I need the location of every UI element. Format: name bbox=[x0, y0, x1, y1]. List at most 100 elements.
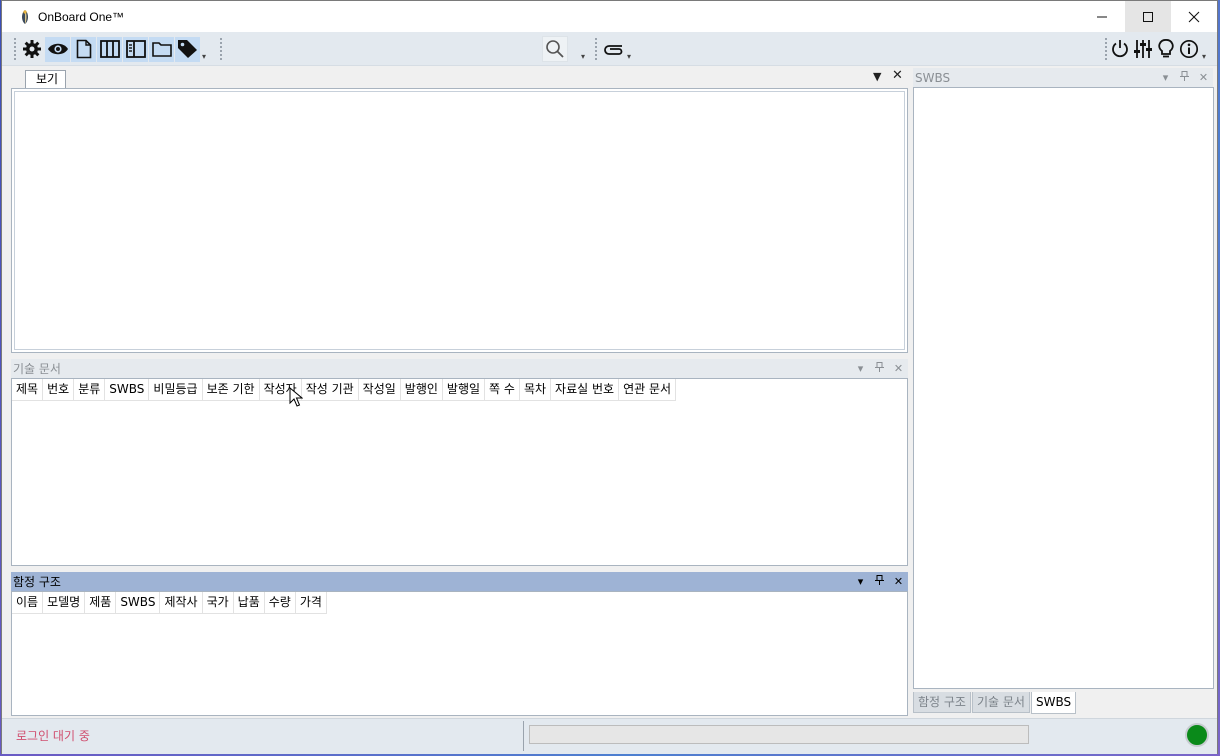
column-header[interactable]: 납품 bbox=[234, 592, 265, 614]
paperclip-icon bbox=[602, 42, 624, 56]
about-button[interactable] bbox=[1178, 37, 1200, 62]
column-header[interactable]: 작성 기관 bbox=[302, 379, 359, 401]
column-header[interactable]: 작성일 bbox=[359, 379, 401, 401]
title-bar: OnBoard One™ bbox=[2, 1, 1217, 32]
minimize-button[interactable] bbox=[1079, 1, 1125, 32]
toolbar-grip[interactable] bbox=[1105, 38, 1108, 60]
column-header[interactable]: 분류 bbox=[74, 379, 106, 401]
column-header[interactable]: 비밀등급 bbox=[149, 379, 203, 401]
column-header[interactable]: 모델명 bbox=[43, 592, 86, 614]
tag-button[interactable] bbox=[175, 36, 200, 62]
toolbar-grip[interactable] bbox=[14, 38, 17, 60]
status-divider bbox=[523, 721, 524, 751]
close-pane-icon[interactable]: ✕ bbox=[1198, 71, 1209, 84]
column-header[interactable]: 제품 bbox=[85, 592, 117, 614]
close-pane-icon[interactable]: ✕ bbox=[893, 362, 904, 375]
column-header[interactable]: 보존 기한 bbox=[203, 379, 260, 401]
tag-icon bbox=[177, 39, 199, 59]
pane-menu-dropdown-icon[interactable]: ▾ bbox=[855, 362, 866, 375]
eye-icon bbox=[47, 42, 69, 56]
sidebar-button[interactable] bbox=[123, 36, 148, 62]
view-toggle-button[interactable] bbox=[45, 36, 70, 62]
view-document-area[interactable] bbox=[11, 88, 908, 353]
close-window-button[interactable] bbox=[1171, 1, 1217, 32]
close-pane-icon[interactable]: ✕ bbox=[893, 575, 904, 588]
document-icon bbox=[76, 39, 92, 59]
toolbar-overflow-icon[interactable]: ▾ bbox=[202, 52, 210, 61]
column-header[interactable]: 연관 문서 bbox=[619, 379, 677, 401]
pin-icon[interactable] bbox=[1179, 71, 1190, 84]
ship-structure-header: 함정 구조 ▾ ✕ bbox=[11, 572, 908, 591]
columns-button[interactable] bbox=[97, 36, 122, 62]
ship-structure-column-headers: 이름 모델명 제품 SWBS 제작사 국가 납품 수량 가격 bbox=[12, 592, 327, 614]
side-pane-tabs: 함정 구조 기술 문서 SWBS bbox=[913, 692, 1077, 714]
info-icon bbox=[1179, 39, 1199, 59]
settings-button[interactable] bbox=[19, 37, 44, 62]
folder-button[interactable] bbox=[149, 36, 174, 62]
adjustments-button[interactable] bbox=[1132, 37, 1154, 62]
status-text: 로그인 대기 중 bbox=[16, 729, 90, 743]
toolbar-grip[interactable] bbox=[595, 38, 598, 60]
column-header[interactable]: 제목 bbox=[12, 379, 44, 401]
column-header[interactable]: 제작사 bbox=[160, 592, 203, 614]
connection-status-icon bbox=[1185, 723, 1209, 747]
columns-icon bbox=[99, 40, 120, 58]
gear-icon bbox=[22, 39, 42, 59]
tab-tech-docs[interactable]: 기술 문서 bbox=[971, 692, 1030, 713]
document-button[interactable] bbox=[71, 36, 96, 62]
swbs-title: SWBS bbox=[915, 70, 951, 85]
app-window: OnBoard One™ ▾ ▾ ▾ ▾ 보기 ▼ ✕ 기술 문서 ▾ ✕ 제목… bbox=[1, 0, 1218, 754]
tab-swbs[interactable]: SWBS bbox=[1030, 692, 1077, 714]
lightbulb-icon bbox=[1158, 39, 1174, 59]
column-header[interactable]: SWBS bbox=[105, 379, 150, 401]
swbs-header: SWBS ▾ ✕ bbox=[913, 68, 1213, 87]
attachment-button[interactable] bbox=[600, 37, 625, 62]
power-icon bbox=[1110, 39, 1130, 59]
maximize-button[interactable] bbox=[1125, 1, 1171, 32]
column-header[interactable]: 목차 bbox=[520, 379, 552, 401]
column-header[interactable]: 쪽 수 bbox=[485, 379, 520, 401]
tab-view[interactable]: 보기 bbox=[25, 70, 67, 89]
sidebar-icon bbox=[125, 40, 146, 58]
main-toolbar: ▾ ▾ ▾ ▾ bbox=[2, 32, 1217, 66]
view-tab-strip: 보기 ▼ ✕ bbox=[11, 67, 908, 89]
search-icon bbox=[545, 39, 565, 59]
tech-docs-column-headers: 제목 번호 분류 SWBS 비밀등급 보존 기한 작성자 작성 기관 작성일 발… bbox=[12, 379, 677, 401]
ship-structure-grid[interactable]: 이름 모델명 제품 SWBS 제작사 국가 납품 수량 가격 bbox=[11, 591, 908, 716]
folder-icon bbox=[151, 41, 172, 57]
column-header[interactable]: 국가 bbox=[203, 592, 234, 614]
power-button[interactable] bbox=[1109, 37, 1131, 62]
column-header[interactable]: 가격 bbox=[296, 592, 327, 614]
status-bar: 로그인 대기 중 bbox=[2, 718, 1217, 754]
toolbar-grip[interactable] bbox=[220, 38, 223, 60]
window-title: OnBoard One™ bbox=[38, 9, 125, 24]
column-header[interactable]: 수량 bbox=[265, 592, 296, 614]
sliders-icon bbox=[1133, 39, 1153, 59]
column-header[interactable]: 발행일 bbox=[443, 379, 486, 401]
pane-menu-dropdown-icon[interactable]: ▾ bbox=[1160, 71, 1171, 84]
mouse-cursor-icon bbox=[289, 386, 304, 410]
swbs-tree[interactable] bbox=[913, 87, 1214, 689]
search-button[interactable] bbox=[542, 36, 568, 62]
toolbar-overflow-icon[interactable]: ▾ bbox=[1202, 52, 1210, 61]
pane-menu-dropdown-icon[interactable]: ▾ bbox=[855, 575, 866, 588]
app-logo-icon bbox=[18, 9, 32, 25]
tech-docs-title: 기술 문서 bbox=[13, 362, 61, 376]
attachment-dropdown-icon[interactable]: ▾ bbox=[627, 52, 635, 61]
pin-icon[interactable] bbox=[874, 362, 885, 375]
progress-bar bbox=[529, 725, 1029, 744]
tab-list-dropdown-icon[interactable]: ▼ bbox=[873, 70, 881, 83]
column-header[interactable]: 이름 bbox=[12, 592, 44, 614]
tech-docs-grid[interactable]: 제목 번호 분류 SWBS 비밀등급 보존 기한 작성자 작성 기관 작성일 발… bbox=[11, 378, 908, 566]
tab-ship-structure[interactable]: 함정 구조 bbox=[913, 692, 971, 713]
column-header[interactable]: 자료실 번호 bbox=[551, 379, 620, 401]
tips-button[interactable] bbox=[1155, 37, 1177, 62]
tech-docs-header: 기술 문서 ▾ ✕ bbox=[11, 359, 908, 378]
column-header[interactable]: 발행인 bbox=[401, 379, 443, 401]
ship-structure-title: 함정 구조 bbox=[13, 575, 61, 589]
pin-icon[interactable] bbox=[874, 575, 885, 588]
column-header[interactable]: 번호 bbox=[43, 379, 75, 401]
close-tab-icon[interactable]: ✕ bbox=[892, 68, 903, 83]
search-dropdown-icon[interactable]: ▾ bbox=[581, 52, 589, 61]
column-header[interactable]: SWBS bbox=[116, 592, 161, 614]
